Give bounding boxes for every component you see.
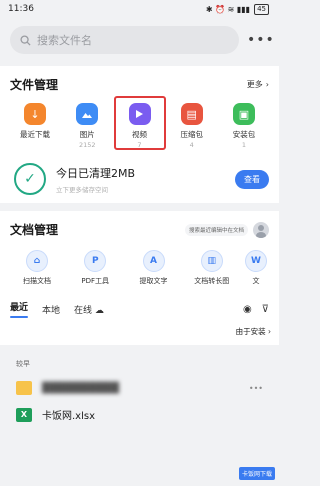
clean-summary: ✓ 今日已清理2MB 立下更多储存空间 查看 — [10, 163, 269, 195]
tool-extract-text[interactable]: A 提取文字 — [129, 250, 179, 286]
search-icon — [20, 34, 31, 46]
clean-subtitle: 立下更多储存空间 — [56, 185, 108, 194]
category-videos[interactable]: 视频 7 — [113, 96, 166, 150]
category-label: 图片 — [79, 130, 95, 139]
check-circle-icon: ✓ — [14, 163, 46, 195]
signal-icons: ✱ ⏰ ≋ ▮▮▮ — [205, 4, 251, 14]
more-menu-button[interactable]: ••• — [247, 32, 274, 48]
text-extract-icon: A — [142, 250, 165, 272]
clean-title: 今日已清理2MB — [56, 166, 136, 180]
category-archives[interactable]: ▤ 压缩包 4 — [169, 103, 215, 149]
search-input[interactable]: 搜索文件名 — [10, 26, 239, 54]
highlight-box — [113, 96, 166, 150]
watermark-logo: 卡饭网下载 — [238, 467, 275, 480]
category-label: 安装包 — [232, 130, 256, 139]
doc-management-title: 文档管理 — [10, 223, 59, 237]
cloud-icon: ☁ — [94, 305, 104, 316]
excel-icon: X — [16, 407, 32, 422]
package-icon: ▣ — [233, 103, 255, 125]
pdf-icon: P — [84, 250, 107, 272]
tab-local[interactable]: 本地 — [42, 303, 60, 316]
doc-management-card: 文档管理 搜索最近编辑中在文档 ⌂ 扫描文档 P PDF工具 A 提取文字 ▥ … — [0, 211, 279, 324]
view-button[interactable]: 查看 — [235, 169, 269, 189]
list-item[interactable]: X 卡饭网.xlsx — [0, 401, 279, 428]
doc-hint[interactable]: 搜索最近编辑中在文档 — [184, 223, 248, 236]
more-label: 更多 — [246, 80, 263, 89]
file-management-title: 文件管理 — [10, 78, 59, 92]
tool-label: PDF工具 — [81, 277, 110, 285]
chevron-right-icon: › — [268, 327, 271, 336]
image-icon — [76, 103, 99, 125]
tab-online-label: 在线 — [74, 305, 93, 316]
battery-icon: 45 — [254, 3, 269, 15]
file-name: 卡饭网.xlsx — [42, 411, 96, 422]
search-placeholder: 搜索文件名 — [37, 34, 92, 47]
status-icons: ✱ ⏰ ≋ ▮▮▮ 45 — [205, 3, 269, 15]
doc-tools-row: ⌂ 扫描文档 P PDF工具 A 提取文字 ▥ 文档转长图 W 文 — [10, 250, 269, 286]
tool-label: 提取文字 — [139, 277, 168, 285]
tool-pdf[interactable]: P PDF工具 — [70, 250, 120, 286]
doc-tabs: 最近 本地 在线 ☁ ◉ ⊽ — [10, 300, 269, 324]
long-image-icon: ▥ — [200, 250, 223, 272]
category-recent-downloads[interactable]: ↓ 最近下载 — [12, 103, 58, 149]
category-count: 4 — [189, 141, 194, 149]
category-packages[interactable]: ▣ 安装包 1 — [221, 103, 267, 149]
tool-label: 文档转长图 — [194, 277, 230, 285]
doc-icon: W — [245, 250, 267, 272]
category-count: 2152 — [78, 141, 96, 149]
category-label: 压缩包 — [180, 130, 204, 139]
search-row: 搜索文件名 ••• — [0, 18, 279, 58]
download-icon: ↓ — [24, 103, 46, 125]
tool-label: 文 — [252, 277, 260, 285]
category-count: 1 — [241, 141, 247, 149]
chevron-right-icon: › — [265, 80, 269, 89]
sort-button[interactable]: 由于安装 › — [236, 326, 271, 337]
status-time: 11:36 — [8, 4, 34, 14]
folder-icon — [16, 381, 32, 395]
archive-icon: ▤ — [180, 103, 203, 125]
more-icon[interactable]: ••• — [249, 384, 263, 393]
tool-scan[interactable]: ⌂ 扫描文档 — [12, 250, 62, 286]
sort-bar: 由于安装 › — [0, 324, 279, 345]
scan-icon: ⌂ — [26, 250, 48, 272]
more-link[interactable]: 更多 › — [247, 79, 269, 90]
file-management-card: 文件管理 更多 › ↓ 最近下载 图片 2152 视频 7 ▤ 压缩包 4 ▣ … — [0, 66, 279, 203]
status-bar: 11:36 ✱ ⏰ ≋ ▮▮▮ 45 — [0, 0, 279, 18]
eye-icon[interactable]: ◉ — [243, 304, 252, 315]
group-label: 较早 — [16, 360, 30, 368]
list-item[interactable]: ██████████ ••• — [0, 375, 279, 401]
tab-recent[interactable]: 最近 — [10, 300, 28, 318]
tab-online[interactable]: 在线 ☁ — [74, 303, 104, 316]
sort-label: 由于安装 — [235, 327, 266, 336]
tool-doc[interactable]: W 文 — [245, 250, 267, 286]
category-label: 最近下载 — [20, 130, 50, 139]
filter-icon[interactable]: ⊽ — [262, 304, 269, 315]
category-images[interactable]: 图片 2152 — [64, 103, 110, 149]
file-name: ██████████ — [42, 382, 119, 394]
tool-long-image[interactable]: ▥ 文档转长图 — [187, 250, 237, 286]
tool-label: 扫描文档 — [23, 277, 51, 285]
category-row: ↓ 最近下载 图片 2152 视频 7 ▤ 压缩包 4 ▣ 安装包 1 — [10, 96, 269, 150]
avatar[interactable] — [253, 221, 269, 238]
